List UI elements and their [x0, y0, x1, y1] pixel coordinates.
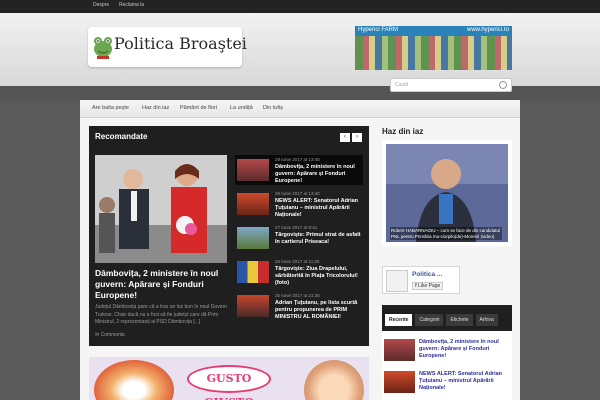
recent-post-item[interactable]: NEWS ALERT: Senatorul Adrian Țuțuianu – … [382, 367, 512, 397]
recommended-item[interactable]: 27 Iunie 2017 at 9:41 Târgoviște: Primul… [235, 223, 363, 253]
ad-food-image [94, 360, 174, 400]
recommended-thumb [237, 159, 269, 181]
recent-post-title[interactable]: Dâmbovița, 2 ministere în noul guvern: A… [419, 339, 511, 360]
featured-title[interactable]: Dâmbovița, 2 ministere în noul guvern: A… [95, 268, 235, 301]
item-date: 29 Iunie 2017 at 13:40 [275, 191, 320, 196]
item-title: Târgoviște: Primul strat de asfalt în ca… [275, 232, 361, 245]
facebook-widget: Politica ... f Like Page [382, 266, 460, 294]
item-title: Adrian Țuțuianu, pe lista scurtă pentru … [275, 300, 358, 320]
header-ad-banner[interactable]: Hyperici FARM www.hyperici.ro [355, 26, 512, 70]
comments-label: Comments [100, 332, 125, 338]
banner-url: www.hyperici.ro [466, 27, 509, 33]
item-title: Târgoviște: Ziua Drapelului, sărbătorită… [275, 266, 358, 286]
recent-post-item[interactable]: Dâmbovița, 2 ministere în noul guvern: A… [382, 335, 512, 365]
frog-icon [94, 37, 112, 59]
search-icon[interactable] [499, 81, 507, 89]
item-title: NEWS ALERT: Senatorul Adrian Țuțuianu – … [275, 198, 359, 218]
video-caption: Robert HABARNAGIU – cum se face de din c… [390, 227, 502, 240]
nav-item-din-tufis[interactable]: Din tufiș [263, 105, 283, 111]
sidebar-tabs: Recente Categorii Etichete Arhiva [382, 305, 512, 331]
nav-item-haz-din-iaz[interactable]: Haz din iaz [142, 105, 169, 111]
tab-recente[interactable]: Recente [385, 314, 413, 326]
recommended-item[interactable]: 26 Iunie 2017 at 11:05 Târgoviște: Ziua … [235, 257, 363, 287]
banner-title: Hyperici FARM [358, 27, 399, 33]
gusto-ad-banner[interactable]: GUSTO GIUSTO [89, 357, 369, 400]
tab-categorii[interactable]: Categorii [415, 314, 444, 326]
item-date: 26 Iunie 2017 at 11:05 [275, 259, 320, 264]
recommended-thumb [237, 295, 269, 317]
video-widget[interactable]: Robert HABARNAGIU – cum se face de din c… [382, 140, 512, 246]
top-link-despre[interactable]: Despre [93, 2, 109, 8]
chevron-left-icon[interactable]: ‹ [340, 133, 350, 142]
nav-item-la-undita[interactable]: La undiță [230, 105, 253, 111]
top-link-reclama[interactable]: Reclama la [119, 2, 144, 8]
top-bar: Despre Reclama la [0, 0, 600, 13]
item-date: 29 Iunie 2017 at 13:45 [275, 157, 320, 162]
fb-like-button[interactable]: f Like Page [412, 282, 444, 290]
search-input[interactable]: Caută [390, 78, 512, 92]
nav-item-pamant-de-flori[interactable]: Pământ de flori [180, 105, 217, 111]
search-placeholder: Caută [395, 82, 409, 88]
sidebar-heading: Haz din iaz [382, 127, 424, 136]
item-date: 25 Iunie 2017 at 21:35 [275, 293, 320, 298]
site-title: Politica Broaştei [114, 34, 247, 53]
main-nav: Are balta pește Haz din iaz Pământ de fl… [80, 100, 520, 118]
recommended-panel: Recomandate ‹ › Dâmbovița, 2 ministere î… [89, 126, 369, 346]
tab-arhiva[interactable]: Arhiva [475, 314, 498, 326]
featured-excerpt: Județul Dâmbovița pare că a tras un loz … [95, 304, 228, 325]
ad-logo: GUSTO GIUSTO [187, 365, 271, 400]
item-title: Dâmbovița, 2 ministere în noul guvern: A… [275, 164, 355, 184]
recommended-item[interactable]: 29 Iunie 2017 at 13:40 NEWS ALERT: Senat… [235, 189, 363, 219]
recent-posts-list: Dâmbovița, 2 ministere în noul guvern: A… [382, 331, 512, 400]
tab-etichete[interactable]: Etichete [446, 314, 473, 326]
recommended-thumb [237, 193, 269, 215]
recent-post-thumb [384, 371, 415, 393]
fb-page-name[interactable]: Politica ... [412, 271, 442, 278]
recommended-item[interactable]: 29 Iunie 2017 at 13:45 Dâmbovița, 2 mini… [235, 155, 363, 185]
header: Politica Broaştei Hyperici FARM www.hype… [0, 13, 600, 86]
fb-like-label: Like Page [418, 283, 441, 289]
recommended-thumb [237, 261, 269, 283]
video-frame[interactable]: Robert HABARNAGIU – cum se face de din c… [386, 144, 508, 242]
banner-image [355, 36, 512, 70]
chevron-right-icon[interactable]: › [352, 133, 362, 142]
recommended-thumb [237, 227, 269, 249]
recommended-title: Recomandate [95, 132, 148, 141]
featured-image[interactable] [95, 155, 227, 263]
ad-child-image [304, 360, 364, 400]
recent-post-thumb [384, 339, 415, 361]
featured-comments[interactable]: ✉ Comments [95, 332, 125, 338]
recommended-item[interactable]: 25 Iunie 2017 at 21:35 Adrian Țuțuianu, … [235, 291, 363, 321]
item-date: 27 Iunie 2017 at 9:41 [275, 225, 318, 230]
fb-page-avatar[interactable] [386, 270, 408, 292]
recent-post-title[interactable]: NEWS ALERT: Senatorul Adrian Țuțuianu – … [419, 371, 511, 392]
site-logo[interactable]: Politica Broaştei [88, 27, 247, 67]
nav-item-are-balta-peste[interactable]: Are balta pește [92, 105, 129, 111]
